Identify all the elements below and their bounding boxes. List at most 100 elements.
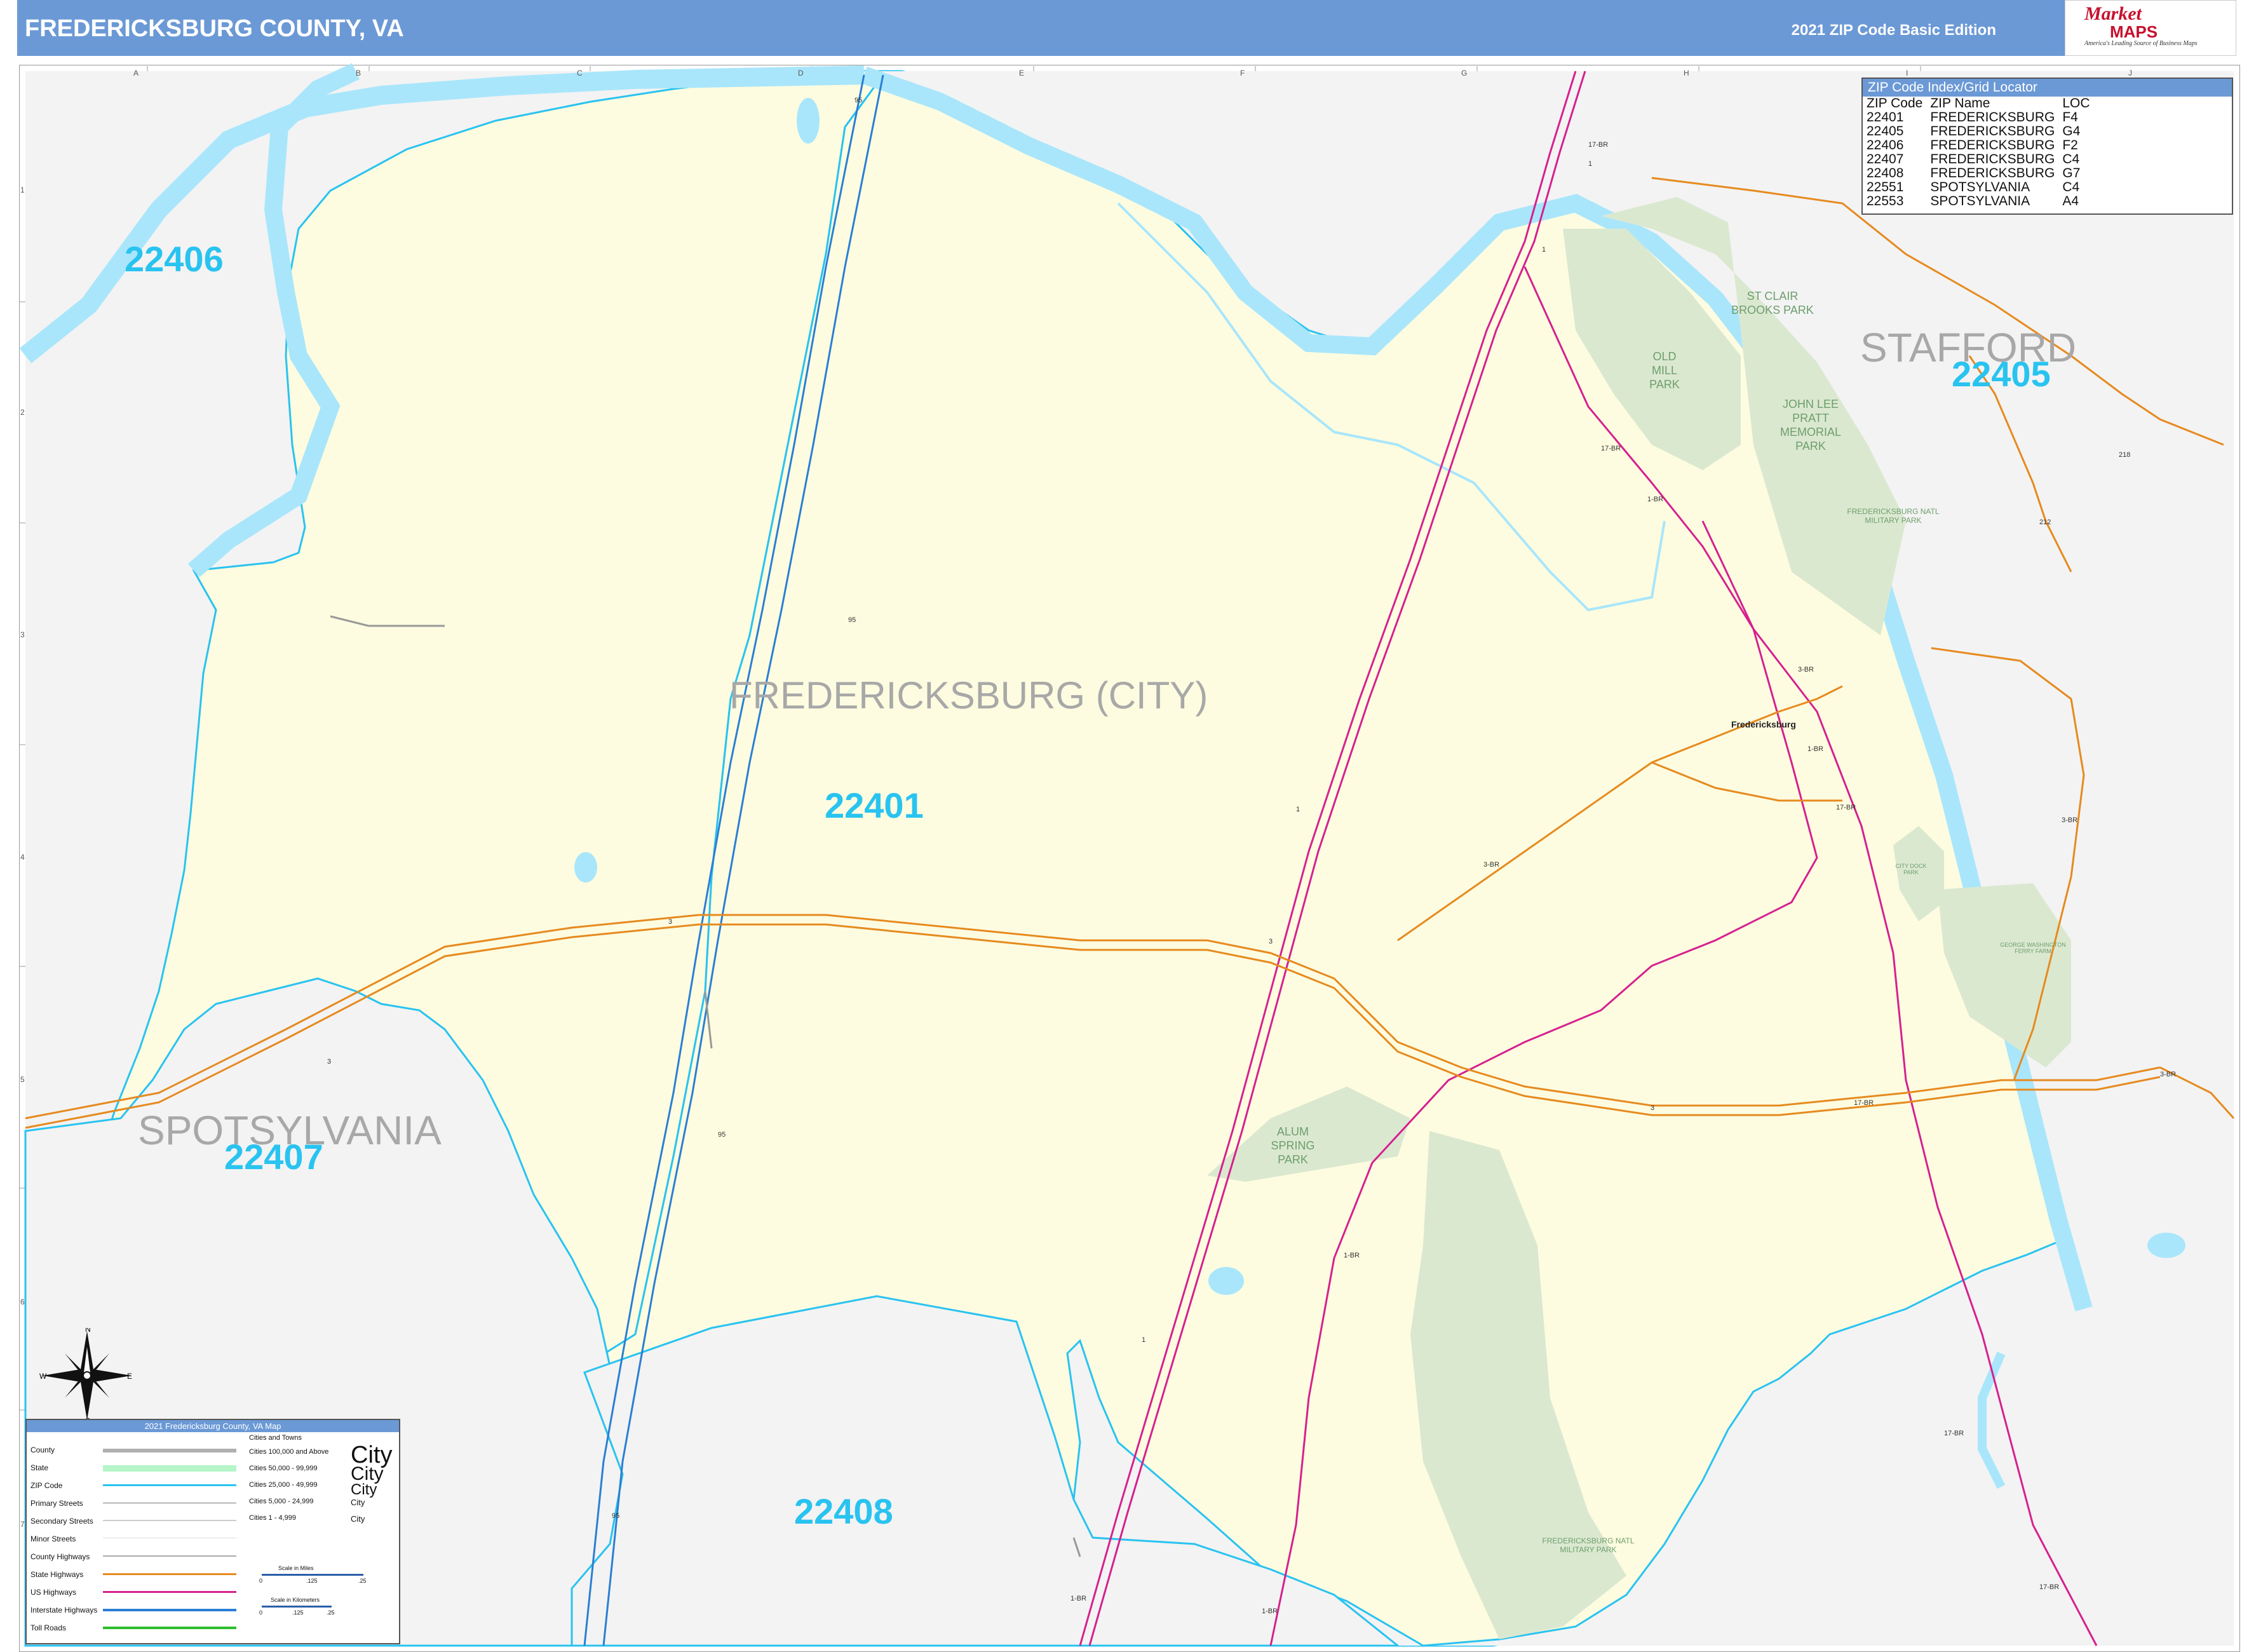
zip-index-col-loc: LOC bbox=[2062, 96, 2090, 111]
grid-row-7: 7 bbox=[20, 1520, 25, 1529]
legend-city-sample-3: City bbox=[351, 1481, 377, 1498]
shield-sh212: 212 bbox=[2039, 518, 2051, 526]
legend-swatch-county bbox=[103, 1449, 236, 1452]
shield-i95-a: 95 bbox=[854, 97, 863, 104]
county-label-stafford: STAFFORD bbox=[1860, 325, 2077, 370]
shield-sh3br-d: 3-BR bbox=[2160, 1071, 2177, 1078]
table-row: 22551 SPOTSYLVANIA C4 bbox=[1867, 180, 2098, 194]
grid-row-3: 3 bbox=[20, 630, 25, 639]
compass-w: W bbox=[39, 1372, 47, 1381]
shield-sh3br-b: 3-BR bbox=[1483, 861, 1500, 869]
pond-east bbox=[2147, 1233, 2185, 1258]
legend-scale-miles-label: Scale in Miles bbox=[278, 1565, 314, 1571]
zip-label-22406: 22406 bbox=[125, 239, 224, 279]
zip-code-cell: 22551 bbox=[1867, 180, 1904, 194]
legend-us-hwy: US Highways bbox=[30, 1588, 77, 1597]
zip-code-cell: 22407 bbox=[1867, 152, 1904, 166]
grid-col-h: H bbox=[1684, 69, 1689, 78]
zip-loc-cell: G4 bbox=[2062, 124, 2081, 139]
grid-row-4: 4 bbox=[20, 853, 25, 862]
shield-us17br-e: 17-BR bbox=[1944, 1430, 1964, 1437]
shield-us1-a: 1 bbox=[1588, 160, 1593, 168]
legend-city-tier-5: Cities 1 - 4,999 bbox=[249, 1514, 296, 1522]
park-label-natl-military-2: FREDERICKSBURG NATL MILITARY PARK bbox=[1542, 1536, 1635, 1554]
legend-city-tier-4: Cities 5,000 - 24,999 bbox=[249, 1498, 314, 1505]
legend-scale-km-0: 0 bbox=[259, 1609, 263, 1616]
legend-zip: ZIP Code bbox=[30, 1481, 63, 1490]
legend-swatch-county-hwy bbox=[103, 1555, 236, 1557]
city-label-fredericksburg: FREDERICKSBURG (CITY) bbox=[729, 674, 1208, 717]
shield-us1br-c: 1-BR bbox=[1344, 1252, 1360, 1259]
shield-us1br-a: 1-BR bbox=[1647, 496, 1664, 503]
compass-n: N bbox=[85, 1328, 91, 1334]
shield-sh3br-c: 3-BR bbox=[2062, 816, 2078, 824]
legend-secondary: Secondary Streets bbox=[30, 1517, 93, 1526]
park-label-city-dock: CITY DOCK PARK bbox=[1895, 863, 1927, 876]
grid-col-j: J bbox=[2128, 69, 2132, 78]
park-label-st-clair: ST CLAIR BROOKS PARK bbox=[1731, 290, 1814, 316]
park-label-natl-military-1: FREDERICKSBURG NATL MILITARY PARK bbox=[1847, 507, 1940, 525]
park-label-john-lee: JOHN LEE PRATT MEMORIAL PARK bbox=[1779, 398, 1841, 452]
legend-swatch-primary bbox=[103, 1502, 236, 1504]
legend-swatch-interstate bbox=[103, 1609, 236, 1611]
legend-scale-miles-0: 0 bbox=[259, 1578, 263, 1584]
table-row: 22406 FREDERICKSBURG F2 bbox=[1867, 139, 2098, 152]
zip-name-cell: FREDERICKSBURG bbox=[1930, 166, 2055, 180]
shield-sh218: 218 bbox=[2119, 451, 2131, 459]
shield-sh3-d: 3 bbox=[327, 1058, 332, 1066]
legend-title: 2021 Fredericksburg County, VA Map bbox=[27, 1420, 399, 1432]
pond-west bbox=[574, 852, 597, 883]
legend-state-hwy: State Highways bbox=[30, 1570, 84, 1579]
legend-swatch-state-hwy bbox=[103, 1573, 236, 1575]
legend-scale-miles-bar bbox=[262, 1574, 363, 1576]
pond-south bbox=[1208, 1267, 1244, 1295]
grid-row-5: 5 bbox=[20, 1075, 25, 1084]
legend-county-hwy: County Highways bbox=[30, 1552, 90, 1561]
shield-us17br-a: 17-BR bbox=[1588, 141, 1609, 149]
table-row: 22553 SPOTSYLVANIA A4 bbox=[1867, 194, 2098, 208]
shield-us1br-d: 1-BR bbox=[1262, 1608, 1278, 1615]
zip-index-col-name: ZIP Name bbox=[1930, 96, 1990, 111]
grid-col-b: B bbox=[356, 69, 361, 78]
park-label-ferry-farm: GEORGE WASHINGTON FERRY FARM bbox=[2000, 942, 2066, 954]
grid-col-c: C bbox=[577, 69, 583, 78]
legend-city-tier-1: Cities 100,000 and Above bbox=[249, 1448, 329, 1456]
county-label-spotsylvania: SPOTSYLVANIA bbox=[138, 1107, 442, 1153]
zip-name-cell: FREDERICKSBURG bbox=[1930, 110, 2055, 125]
zip-code-cell: 22406 bbox=[1867, 138, 1904, 152]
legend-swatch-state bbox=[103, 1465, 236, 1472]
zip-code-cell: 22553 bbox=[1867, 194, 1904, 208]
zip-index-table: ZIP Code ZIP Name LOC 22401 FREDERICKSBUR… bbox=[1867, 97, 2098, 208]
legend-scale-km-mid: .125 bbox=[292, 1609, 304, 1616]
zip-index-title: ZIP Code Index/Grid Locator bbox=[1863, 79, 2232, 97]
shield-us17br-f: 17-BR bbox=[2039, 1583, 2060, 1591]
legend-swatch-zip bbox=[103, 1484, 236, 1486]
grid-col-a: A bbox=[133, 69, 139, 78]
legend-scale-miles-mid: .125 bbox=[306, 1578, 318, 1584]
park-label-old-mill: OLD MILL PARK bbox=[1649, 350, 1680, 391]
shield-i95-d: 95 bbox=[612, 1512, 620, 1520]
legend-primary: Primary Streets bbox=[30, 1499, 83, 1508]
grid-col-i: I bbox=[1906, 69, 1908, 78]
legend-toll: Toll Roads bbox=[30, 1623, 67, 1632]
legend-cities-header: Cities and Towns bbox=[249, 1434, 302, 1442]
zip-loc-cell: C4 bbox=[2062, 180, 2080, 194]
legend-city-sample-4: City bbox=[351, 1498, 365, 1507]
zip-code-cell: 22405 bbox=[1867, 124, 1904, 139]
shield-us1br-b: 1-BR bbox=[1807, 745, 1824, 753]
shield-us17br-d: 17-BR bbox=[1854, 1099, 1874, 1107]
shield-us1-c: 1 bbox=[1296, 806, 1300, 813]
zip-loc-cell: C4 bbox=[2062, 152, 2080, 166]
zip-code-cell: 22408 bbox=[1867, 166, 1904, 180]
shield-us17br-b: 17-BR bbox=[1601, 445, 1621, 452]
grid-row-6: 6 bbox=[20, 1297, 25, 1306]
legend-scale-km-label: Scale in Kilometers bbox=[271, 1597, 320, 1603]
legend-scale-km-end: .25 bbox=[327, 1609, 335, 1616]
shield-i95-c: 95 bbox=[718, 1131, 726, 1139]
grid-col-g: G bbox=[1461, 69, 1468, 78]
shield-i95-b: 95 bbox=[848, 616, 856, 624]
legend-county: County bbox=[30, 1446, 55, 1454]
shield-us1br-e: 1-BR bbox=[1070, 1595, 1087, 1602]
zip-label-22401: 22401 bbox=[825, 785, 924, 825]
table-row: 22407 FREDERICKSBURG C4 bbox=[1867, 152, 2098, 166]
